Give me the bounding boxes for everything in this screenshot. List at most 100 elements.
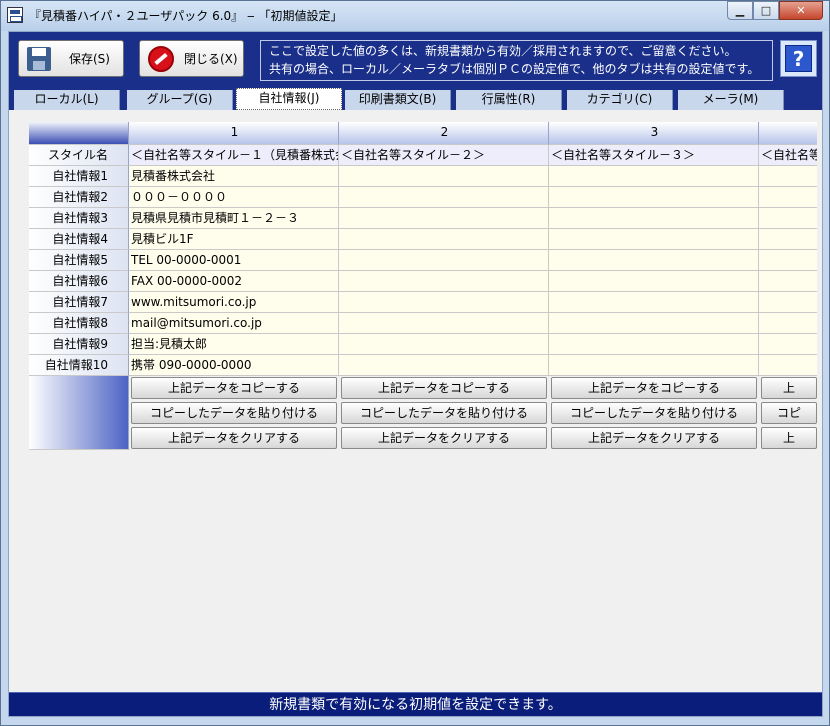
settings-grid: 123 スタイル名＜自社名等スタイル－１（見積番株式会社）＜自社名等スタイル－２＞… [13,114,817,688]
data-cell[interactable] [339,166,549,187]
data-cell[interactable] [759,250,817,271]
tab-print-text[interactable]: 印刷書類文(B) [345,90,451,110]
row-header: 自社情報8 [29,313,129,334]
style-name-cell[interactable]: ＜自社名等スタイル－１（見積番株式会社） [129,145,339,166]
minimize-button[interactable]: ▁ [727,1,753,20]
row-header: 自社情報5 [29,250,129,271]
paste-button[interactable]: コピーしたデータを貼り付ける [131,402,337,424]
data-cell[interactable] [759,355,817,376]
data-cell[interactable] [339,229,549,250]
notice-line-1: ここで設定した値の多くは、新規書類から有効／採用されますので、ご留意ください。 [269,44,737,58]
tab-local[interactable]: ローカル(L) [14,90,120,110]
data-cell[interactable] [339,271,549,292]
close-button-label: 閉じる(X) [184,52,238,66]
data-cell[interactable] [759,292,817,313]
data-cell[interactable] [339,292,549,313]
data-cell[interactable] [549,229,759,250]
data-cell[interactable] [549,355,759,376]
data-cell[interactable] [549,250,759,271]
column-header[interactable]: 1 [129,122,339,145]
data-cell[interactable] [549,334,759,355]
data-cell[interactable] [549,166,759,187]
data-cell[interactable] [759,187,817,208]
style-name-cell[interactable]: ＜自社名等 [759,145,817,166]
data-cell[interactable]: FAX 00-0000-0002 [129,271,339,292]
data-cell[interactable] [339,355,549,376]
paste-button[interactable]: コピーしたデータを貼り付ける [551,402,757,424]
data-cell[interactable] [759,313,817,334]
row-header: 自社情報10 [29,355,129,376]
clear-button[interactable]: 上記データをクリアする [551,427,757,449]
tab-group[interactable]: グループ(G) [127,90,233,110]
tab-bar: ローカル(L) グループ(G) 自社情報(J) 印刷書類文(B) 行属性(R) … [9,88,822,110]
data-cell[interactable] [339,334,549,355]
save-button-label: 保存(S) [69,52,110,66]
data-cell[interactable] [759,229,817,250]
data-cell[interactable] [549,208,759,229]
style-name-cell[interactable]: ＜自社名等スタイル－３＞ [549,145,759,166]
data-cell[interactable]: 見積ビル1F [129,229,339,250]
data-cell[interactable] [339,187,549,208]
data-cell[interactable] [549,292,759,313]
data-cell[interactable]: 見積県見積市見積町１－２－３ [129,208,339,229]
data-cell[interactable] [339,313,549,334]
title-bar[interactable]: 『見積番ハイパ・２ユーザパック 6.0』 ‒ 「初期値設定」 ▁ □ ✕ [1,1,829,31]
maximize-icon: □ [760,4,772,17]
row-header: 自社情報3 [29,208,129,229]
client-area: 保存(S) 閉じる(X) ここで設定した値の多くは、新規書類から有効／採用されま… [8,31,823,717]
tab-row-attributes[interactable]: 行属性(R) [456,90,562,110]
data-cell[interactable] [549,313,759,334]
row-header: 自社情報2 [29,187,129,208]
row-header: 自社情報9 [29,334,129,355]
help-icon: ? [785,45,812,72]
tab-mailer[interactable]: メーラ(M) [678,90,784,110]
column-header[interactable]: 2 [339,122,549,145]
app-icon[interactable] [7,7,23,23]
style-row-header: スタイル名 [29,145,129,166]
data-cell[interactable] [759,271,817,292]
data-cell[interactable] [549,271,759,292]
clear-button[interactable]: 上記データをクリアする [341,427,547,449]
close-button[interactable]: 閉じる(X) [139,40,244,77]
row-header: 自社情報6 [29,271,129,292]
help-button[interactable]: ? [780,40,817,77]
maximize-button[interactable]: □ [753,1,779,20]
row-header: 自社情報4 [29,229,129,250]
style-name-cell[interactable]: ＜自社名等スタイル－２＞ [339,145,549,166]
copy-button[interactable]: 上記データをコピーする [131,377,337,399]
paste-button[interactable]: コピーしたデータを貼り付ける [341,402,547,424]
data-cell[interactable] [339,250,549,271]
column-header[interactable]: 3 [549,122,759,145]
column-header[interactable] [759,122,817,145]
grid-corner [29,122,129,145]
data-cell[interactable] [339,208,549,229]
button-row-header [29,376,129,450]
copy-button[interactable]: 上 [761,377,817,399]
data-cell[interactable]: TEL 00-0000-0001 [129,250,339,271]
save-button[interactable]: 保存(S) [18,40,124,77]
data-cell[interactable]: 見積番株式会社 [129,166,339,187]
floppy-disk-icon [27,46,51,71]
row-header: 自社情報1 [29,166,129,187]
data-cell[interactable]: 携帯 090-0000-0000 [129,355,339,376]
data-cell[interactable] [759,208,817,229]
minimize-icon: ▁ [735,4,745,17]
window-controls: ▁ □ ✕ [727,1,823,21]
data-cell[interactable] [759,166,817,187]
copy-button[interactable]: 上記データをコピーする [341,377,547,399]
tab-category[interactable]: カテゴリ(C) [567,90,673,110]
clear-button[interactable]: 上 [761,427,817,449]
status-bar: 新規書類で有効になる初期値を設定できます。 [9,692,822,716]
data-cell[interactable]: mail@mitsumori.co.jp [129,313,339,334]
copy-button[interactable]: 上記データをコピーする [551,377,757,399]
tab-company-info[interactable]: 自社情報(J) [236,88,342,110]
no-entry-icon [148,45,174,72]
clear-button[interactable]: 上記データをクリアする [131,427,337,449]
data-cell[interactable] [549,187,759,208]
data-cell[interactable]: ０００－００００ [129,187,339,208]
paste-button[interactable]: コピ [761,402,817,424]
close-window-button[interactable]: ✕ [779,1,823,20]
data-cell[interactable]: www.mitsumori.co.jp [129,292,339,313]
data-cell[interactable]: 担当:見積太郎 [129,334,339,355]
data-cell[interactable] [759,334,817,355]
